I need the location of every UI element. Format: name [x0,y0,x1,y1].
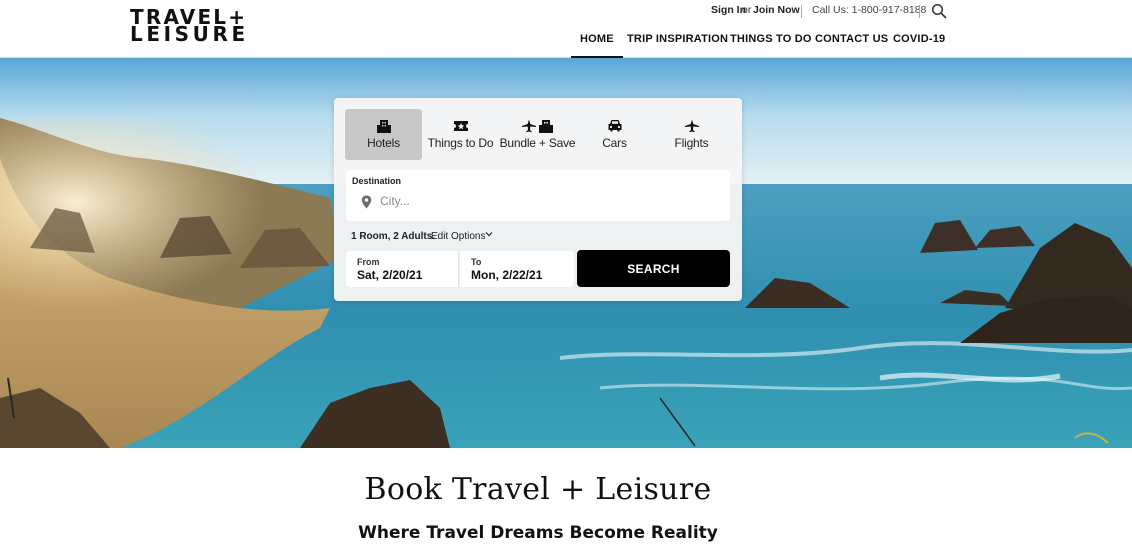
edit-options-link[interactable]: Edit Options [431,231,485,242]
tab-label: Cars [602,136,627,150]
tab-bundle-save[interactable]: Bundle + Save [499,109,576,160]
destination-input[interactable] [380,192,700,210]
tab-label: Flights [674,136,709,150]
site-header: TRAVEL+ LEISURE Sign In or Join Now Call… [0,0,1132,58]
sign-in-link[interactable]: Sign In [711,4,746,16]
from-label: From [357,257,380,267]
rooms-summary: 1 Room, 2 Adults. [351,231,436,242]
from-date-value: Sat, 2/20/21 [357,268,423,282]
tab-flights[interactable]: Flights [653,109,730,160]
tab-label: Bundle + Save [499,136,576,150]
hotel-icon [345,119,422,135]
or-text: or [742,4,752,16]
tab-hotels[interactable]: Hotels [345,109,422,160]
plane-icon [653,119,730,135]
nav-item-covid-19[interactable]: COVID-19 [893,33,945,45]
destination-field[interactable]: Destination [346,170,730,221]
to-date-value: Mon, 2/22/21 [471,268,543,282]
search-button[interactable]: SEARCH [577,250,730,287]
page-subtitle: Where Travel Dreams Become Reality [358,523,718,543]
tab-things-to-do[interactable]: Things to Do [422,109,499,160]
tab-label: Hotels [367,136,400,150]
chevron-down-icon[interactable] [485,230,493,240]
nav-item-trip-inspiration[interactable]: TRIP INSPIRATION [627,33,728,45]
from-date-field[interactable]: From Sat, 2/20/21 [346,251,459,287]
location-pin-icon [361,195,372,209]
utility-divider [919,5,920,18]
join-now-link[interactable]: Join Now [753,4,800,16]
utility-divider [801,5,802,18]
booking-widget: Hotels Things to Do Bundle + Save Cars F… [334,98,742,301]
call-us-link[interactable]: Call Us: 1-800-917-8188 [812,4,926,16]
nav-item-home[interactable]: HOME [571,33,623,58]
main-nav: HOME TRIP INSPIRATION THINGS TO DO CONTA… [0,33,1132,58]
tab-label: Things to Do [427,136,494,150]
to-label: To [471,257,482,267]
to-date-field[interactable]: To Mon, 2/22/21 [460,251,574,287]
nav-item-things-to-do[interactable]: THINGS TO DO [730,33,812,45]
page-title: Book Travel + Leisure [364,472,712,507]
ticket-icon [422,119,499,135]
destination-label: Destination [352,176,402,186]
car-icon [576,119,653,135]
plane-hotel-icon [499,119,576,135]
search-icon[interactable] [931,3,947,19]
nav-item-contact-us[interactable]: CONTACT US [815,33,888,45]
utility-bar: Sign In or Join Now Call Us: 1-800-917-8… [0,4,1132,18]
tab-cars[interactable]: Cars [576,109,653,160]
